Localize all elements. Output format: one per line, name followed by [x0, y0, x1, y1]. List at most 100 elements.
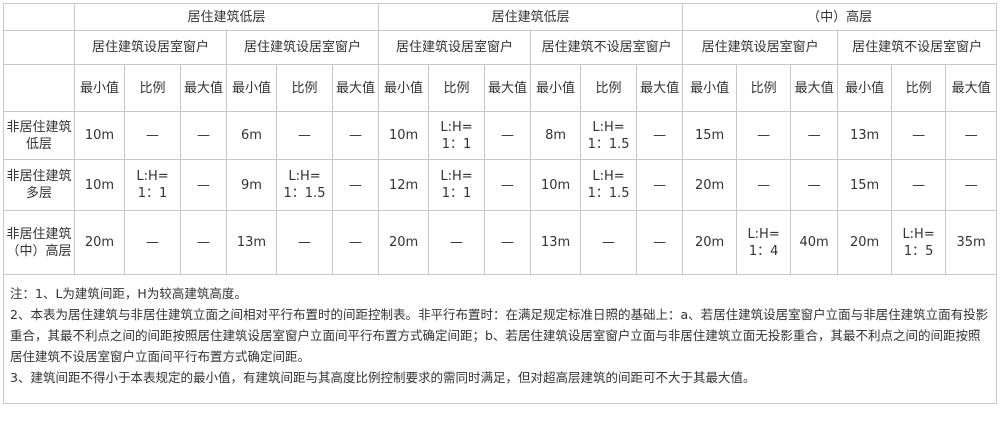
column-header: 最小值	[226, 64, 277, 112]
table-cell: L:H= 1：1.5	[580, 111, 638, 160]
table-cell: —	[736, 159, 792, 211]
ratio-line: L:H=	[747, 226, 780, 242]
table-cell: —	[180, 210, 227, 275]
corner-cell	[3, 3, 75, 31]
ratio-line: L:H=	[592, 169, 625, 184]
notes-cell: 注：1、L为建筑间距，H为较高建筑高度。 2、本表为居住建筑与非居住建筑立面之间相…	[2, 274, 998, 404]
table-cell: 8m	[530, 111, 582, 160]
ratio-line: 1：1.5	[283, 186, 326, 201]
table-cell: —	[636, 210, 684, 275]
column-header: 最大值	[790, 64, 839, 112]
table-cell: L:H= 1：1.5	[276, 159, 333, 211]
table-row: 非居住建筑低层 10m — —6m — —10m L:H= 1：1—8m L:H= 1：1.5—1…	[3, 111, 998, 160]
sub-header: 居住建筑设居室窗户	[682, 30, 839, 65]
table-cell: —	[484, 210, 532, 275]
ratio-line: 1：1	[441, 136, 472, 152]
ratio-line: L:H=	[592, 119, 625, 135]
table-cell: L:H= 1：1	[428, 159, 486, 211]
table-cell: —	[636, 159, 684, 211]
table-cell: —	[945, 159, 998, 211]
ratio-line: 1：5	[903, 243, 934, 259]
table-cell: —	[790, 159, 839, 211]
table-cell: 20m	[682, 159, 738, 211]
column-header: 比例	[276, 64, 333, 112]
table-cell: L:H= 1：4	[736, 210, 792, 275]
column-header: 最大值	[484, 64, 532, 112]
spacing-control-table: 居住建筑低层 居住建筑低层 （中）高层 居住建筑设居室窗户 居住建筑设居室窗户 …	[2, 3, 998, 404]
table-cell: —	[124, 111, 181, 160]
table-cell: 10m	[74, 159, 125, 211]
table-cell: 13m	[837, 111, 893, 160]
column-header: 比例	[891, 64, 947, 112]
table-cell: —	[331, 159, 380, 211]
table-cell: 20m	[837, 210, 893, 275]
group-header: 居住建筑低层	[73, 3, 380, 31]
group-header: （中）高层	[682, 3, 998, 31]
note-line: 3、建筑间距不得小于本表规定的最小值，有建筑间距与其高度比例控制要求的需同时满足…	[10, 370, 756, 385]
column-header: 最小值	[74, 64, 125, 112]
column-header: 比例	[124, 64, 181, 112]
group-header: 居住建筑低层	[378, 3, 684, 31]
row-label: 非居住建筑低层	[3, 111, 75, 160]
table-cell: 13m	[530, 210, 582, 275]
note-line: 2、本表为居住建筑与非居住建筑立面之间相对平行布置时的间距控制表。非平行布置时：…	[10, 307, 989, 364]
table-cell: 10m	[74, 111, 125, 160]
table-cell: —	[580, 210, 638, 275]
column-header: 比例	[736, 64, 792, 112]
table-cell: —	[790, 111, 839, 160]
table-row: 非居住建筑多层 10m L:H= 1：1—9m L:H= 1：1.5—12m L:H= 1：1…	[3, 159, 998, 211]
row-label: 非居住建筑多层	[3, 159, 75, 211]
table-cell: 13m	[226, 210, 277, 275]
table-cell: 6m	[226, 111, 277, 160]
sub-header: 居住建筑设居室窗户	[225, 30, 380, 65]
table-cell: —	[180, 111, 227, 160]
table-cell: —	[331, 210, 380, 275]
table-cell: L:H= 1：1	[428, 111, 486, 160]
table-cell: 15m	[682, 111, 738, 160]
column-header: 最小值	[378, 64, 430, 112]
column-header: 最小值	[682, 64, 738, 112]
table-cell: L:H= 1：1	[124, 159, 181, 211]
ratio-line: 1：1	[137, 186, 168, 201]
table-cell: 35m	[945, 210, 998, 275]
ratio-line: 1：1.5	[587, 186, 630, 201]
corner-cell	[3, 64, 75, 112]
table-cell: —	[484, 159, 532, 211]
table-cell: —	[636, 111, 684, 160]
table-cell: L:H= 1：1.5	[580, 159, 638, 211]
table-cell: 10m	[378, 111, 430, 160]
note-line: 注：1、L为建筑间距，H为较高建筑高度。	[10, 286, 247, 301]
column-header: 最小值	[837, 64, 893, 112]
corner-cell	[3, 30, 75, 65]
ratio-line: 1：1.5	[587, 136, 630, 152]
table-row: 非居住建筑（中）高层 20m — —13m — —20m — —13m — —20m L:H= 1：4…	[3, 210, 998, 275]
table-cell: —	[331, 111, 380, 160]
table-cell: —	[180, 159, 227, 211]
table-cell: —	[124, 210, 181, 275]
sub-header: 居住建筑设居室窗户	[74, 30, 227, 65]
sub-header: 居住建筑不设居室窗户	[530, 30, 684, 65]
notes-row: 注：1、L为建筑间距，H为较高建筑高度。 2、本表为居住建筑与非居住建筑立面之间相…	[2, 274, 998, 404]
ratio-line: 1：1	[441, 186, 472, 201]
ratio-line: L:H=	[288, 169, 321, 184]
table-cell: 12m	[378, 159, 430, 211]
table-cell: —	[891, 159, 947, 211]
table-cell: 20m	[378, 210, 430, 275]
row-label: 非居住建筑（中）高层	[3, 210, 75, 275]
ratio-line: L:H=	[440, 119, 473, 135]
sub-header: 居住建筑设居室窗户	[378, 30, 532, 65]
column-header: 最大值	[331, 64, 380, 112]
sub-header-row: 居住建筑设居室窗户 居住建筑设居室窗户 居住建筑设居室窗户 居住建筑不设居室窗户…	[3, 30, 998, 65]
ratio-line: L:H=	[136, 169, 169, 184]
column-header-row: 最小值 比例 最大值 最小值 比例 最大值 最小值 比例 最大值 最小值 比例 最大值 最小值 比例 最大值…	[3, 64, 998, 112]
table-cell: —	[428, 210, 486, 275]
table-cell: —	[484, 111, 532, 160]
column-header: 最大值	[180, 64, 227, 112]
column-header: 比例	[428, 64, 486, 112]
table-cell: —	[276, 210, 333, 275]
column-header: 最小值	[530, 64, 582, 112]
column-header: 最大值	[636, 64, 684, 112]
table-cell: —	[891, 111, 947, 160]
group-header-row: 居住建筑低层 居住建筑低层 （中）高层	[3, 3, 998, 31]
table-cell: —	[945, 111, 998, 160]
